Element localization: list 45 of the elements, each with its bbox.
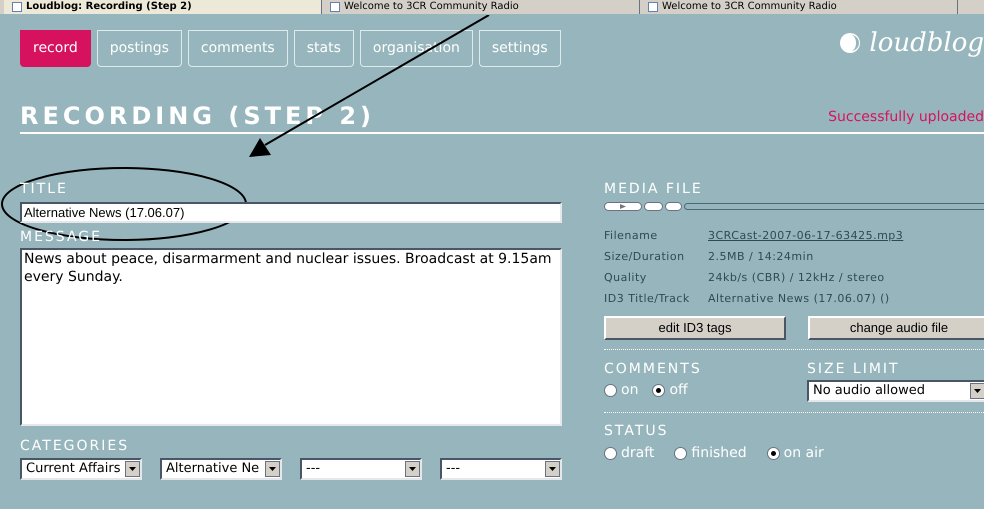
stop-button[interactable] bbox=[665, 202, 682, 211]
radio-button[interactable] bbox=[766, 446, 780, 460]
file-link[interactable]: 3CRCast-2007-06-17-63425.mp3 bbox=[708, 228, 904, 244]
message-field[interactable]: News about peace, disarmarment and nuclear issues. Broadcast at 9.15am every Sunday. bbox=[20, 248, 562, 426]
info-value: 24kb/s (CBR) / 12kHz / stereo bbox=[708, 270, 885, 286]
info-label: Size/Duration bbox=[604, 248, 686, 264]
info-value: Alternative News (17.06.07) () bbox=[708, 290, 890, 306]
caret-icon bbox=[545, 460, 560, 476]
dropdown[interactable]: No audio allowed bbox=[807, 380, 984, 402]
caret-icon bbox=[970, 383, 984, 399]
section-label: TITLE bbox=[20, 181, 69, 198]
info-label: ID3 Title/Track bbox=[604, 290, 691, 306]
section-label: COMMENTS bbox=[604, 360, 703, 378]
page-icon bbox=[12, 2, 22, 12]
nav-tab[interactable]: record bbox=[20, 30, 91, 67]
section-label: SIZE LIMIT bbox=[807, 360, 901, 378]
logo-icon bbox=[839, 32, 862, 54]
info-value: 2.5MB / 14:24min bbox=[708, 248, 814, 264]
dropdown[interactable]: --- bbox=[300, 458, 422, 480]
title-field[interactable]: Alternative News (17.06.07) bbox=[20, 202, 562, 222]
pause-button[interactable] bbox=[644, 202, 663, 211]
dropdown[interactable]: Alternative Ne bbox=[160, 458, 282, 480]
browser-tab[interactable]: Loudblog: Recording (Step 2) bbox=[4, 0, 322, 14]
radio-button[interactable] bbox=[604, 446, 617, 460]
play-button[interactable] bbox=[604, 202, 642, 211]
section-label: MEDIA FILE bbox=[604, 181, 704, 198]
dropdown[interactable]: Current Affairs bbox=[20, 458, 142, 480]
dropdown[interactable]: --- bbox=[440, 458, 562, 480]
logo: loudblog bbox=[869, 30, 984, 56]
action-button[interactable]: edit ID3 tags bbox=[604, 316, 786, 340]
play-icon bbox=[620, 204, 626, 209]
radio-button[interactable] bbox=[604, 384, 617, 397]
action-button[interactable]: change audio file bbox=[808, 316, 984, 340]
section-label: CATEGORIES bbox=[20, 438, 130, 456]
radio-button[interactable] bbox=[674, 446, 688, 460]
radio-button[interactable] bbox=[652, 384, 666, 397]
page-icon bbox=[648, 2, 658, 12]
caret-icon bbox=[405, 460, 420, 476]
info-label: Quality bbox=[604, 270, 648, 286]
page-icon bbox=[330, 2, 340, 12]
caret-icon bbox=[125, 460, 140, 476]
section-label: STATUS bbox=[604, 423, 670, 440]
status-message: Successfully uploaded bbox=[828, 108, 984, 127]
caret-icon bbox=[265, 460, 280, 476]
info-label: Filename bbox=[604, 228, 659, 244]
